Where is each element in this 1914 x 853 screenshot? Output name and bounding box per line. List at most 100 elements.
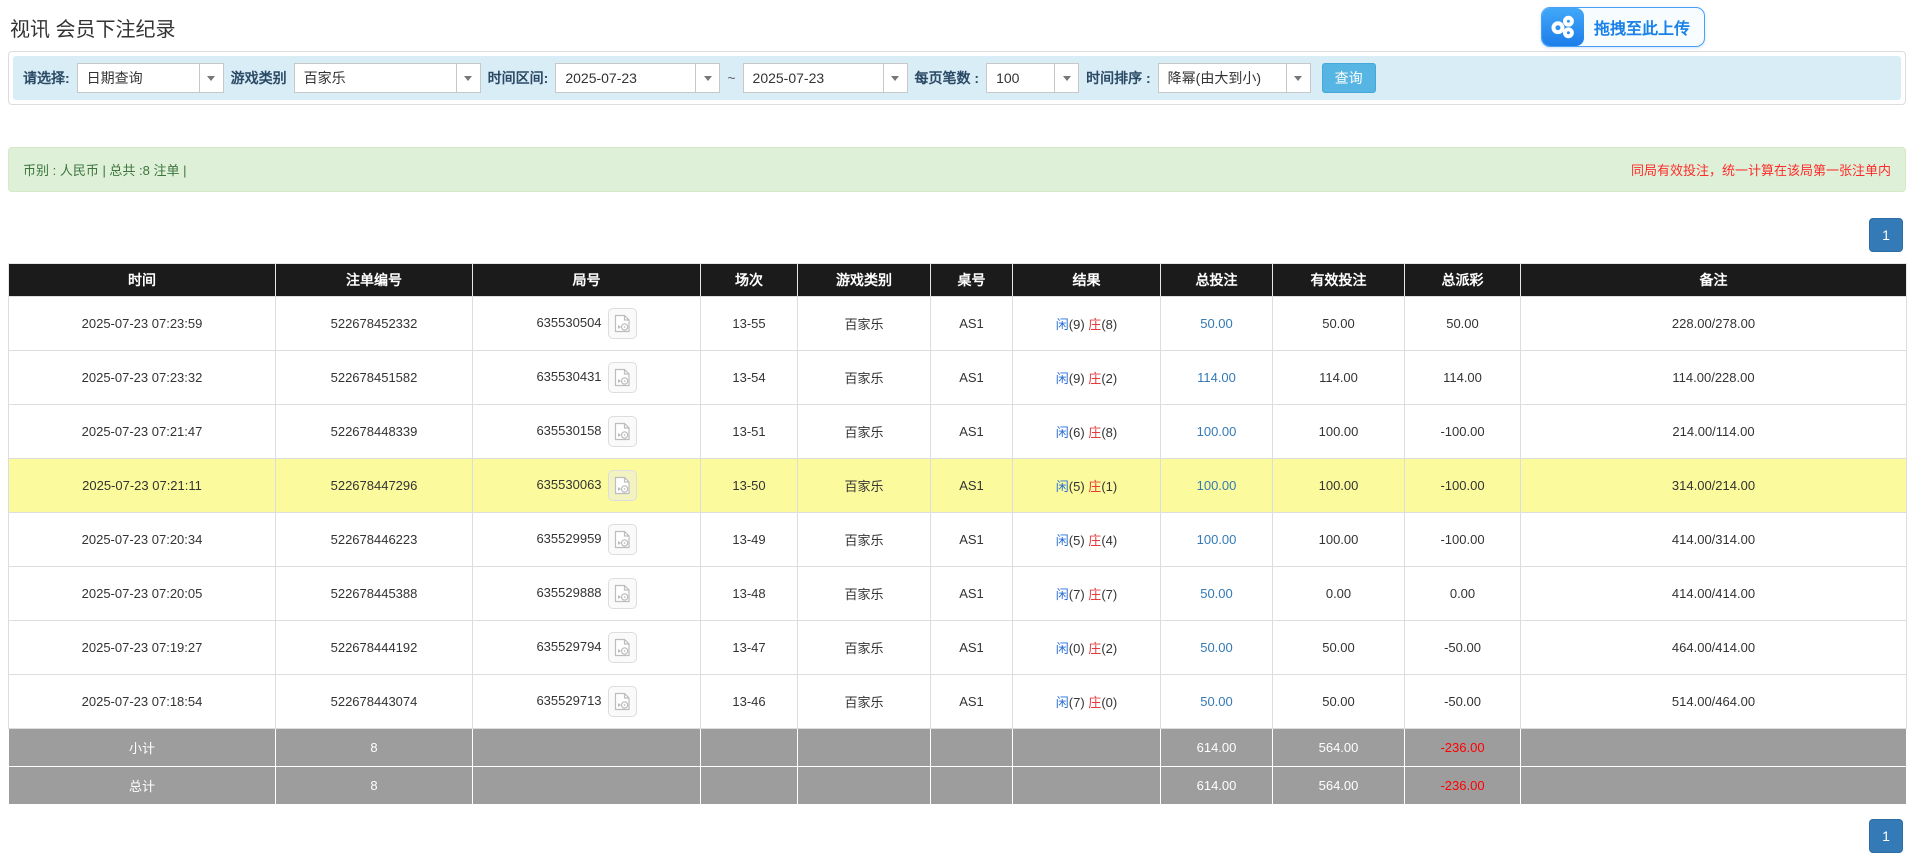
table-row[interactable]: 2025-07-23 07:20:34522678446223635529959… — [9, 513, 1907, 567]
banker-label: 庄 — [1088, 425, 1101, 440]
date-to-value[interactable]: 2025-07-23 — [743, 63, 883, 93]
game-type-cell: 百家乐 — [798, 297, 931, 351]
time-sort-dropdown-button[interactable] — [1286, 63, 1311, 93]
valid-bet-cell: 100.00 — [1273, 513, 1405, 567]
filter-bar: 请选择: 日期查询 游戏类别 百家乐 时间区间: 2025-07-23 ~ 20… — [13, 56, 1901, 100]
banker-label: 庄 — [1088, 371, 1101, 386]
game-type-value[interactable]: 百家乐 — [294, 63, 456, 93]
bet-time-cell: 2025-07-23 07:18:54 — [9, 675, 276, 729]
total-bet-link[interactable]: 100.00 — [1197, 424, 1237, 439]
total-bet-cell: 100.00 — [1161, 405, 1273, 459]
session-cell: 13-46 — [701, 675, 798, 729]
round-id-cell: 635530431 — [473, 351, 701, 405]
video-replay-button[interactable] — [608, 470, 637, 501]
column-header: 时间 — [9, 264, 276, 297]
order-id-cell: 522678448339 — [276, 405, 473, 459]
game-type-select[interactable]: 百家乐 — [294, 63, 481, 93]
game-type-cell: 百家乐 — [798, 621, 931, 675]
total-bet-link[interactable]: 100.00 — [1197, 532, 1237, 547]
remark-cell: 414.00/414.00 — [1521, 567, 1907, 621]
total-bet-cell: 114.00 — [1161, 351, 1273, 405]
date-from-picker[interactable]: 2025-07-23 — [555, 63, 720, 93]
result-cell: 闲(9) 庄(8) — [1013, 297, 1161, 351]
remark-cell: 314.00/214.00 — [1521, 459, 1907, 513]
video-replay-button[interactable] — [608, 686, 637, 717]
grand-total-row: 总计8614.00564.00-236.00 — [9, 767, 1907, 805]
order-id-cell: 522678445388 — [276, 567, 473, 621]
time-sort-value[interactable]: 降幂(由大到小) — [1158, 63, 1286, 93]
valid-bet-cell: 114.00 — [1273, 351, 1405, 405]
summary-empty-cell — [798, 729, 931, 767]
payout-cell: 114.00 — [1405, 351, 1521, 405]
total-bet-link[interactable]: 50.00 — [1200, 586, 1233, 601]
summary-remark-cell — [1521, 729, 1907, 767]
total-bet-link[interactable]: 50.00 — [1200, 316, 1233, 331]
page-size-select[interactable]: 100 — [986, 63, 1079, 93]
page-1-button[interactable]: 1 — [1869, 218, 1903, 252]
summary-total-bet-cell: 614.00 — [1161, 767, 1273, 805]
query-type-value[interactable]: 日期查询 — [77, 63, 199, 93]
date-to-picker[interactable]: 2025-07-23 — [743, 63, 908, 93]
result-cell: 闲(6) 庄(8) — [1013, 405, 1161, 459]
round-id: 635530504 — [536, 315, 601, 330]
query-type-dropdown-button[interactable] — [199, 63, 224, 93]
column-header: 结果 — [1013, 264, 1161, 297]
total-bet-cell: 50.00 — [1161, 675, 1273, 729]
game-type-cell: 百家乐 — [798, 459, 931, 513]
total-bet-link[interactable]: 100.00 — [1197, 478, 1237, 493]
time-sort-select[interactable]: 降幂(由大到小) — [1158, 63, 1311, 93]
table-id-cell: AS1 — [931, 459, 1013, 513]
chevron-down-icon — [1063, 76, 1071, 81]
column-header: 总投注 — [1161, 264, 1273, 297]
page-size-value[interactable]: 100 — [986, 63, 1054, 93]
date-from-dropdown-button[interactable] — [695, 63, 720, 93]
table-row[interactable]: 2025-07-23 07:21:47522678448339635530158… — [9, 405, 1907, 459]
date-from-value[interactable]: 2025-07-23 — [555, 63, 695, 93]
upload-dropzone[interactable]: 拖拽至此上传 — [1541, 7, 1705, 47]
table-row[interactable]: 2025-07-23 07:19:27522678444192635529794… — [9, 621, 1907, 675]
player-label: 闲 — [1056, 317, 1069, 332]
order-id-cell: 522678451582 — [276, 351, 473, 405]
payout-cell: -50.00 — [1405, 621, 1521, 675]
video-replay-button[interactable] — [608, 308, 637, 339]
valid-bet-cell: 50.00 — [1273, 675, 1405, 729]
table-row[interactable]: 2025-07-23 07:21:11522678447296635530063… — [9, 459, 1907, 513]
bet-time-cell: 2025-07-23 07:21:47 — [9, 405, 276, 459]
table-id-cell: AS1 — [931, 621, 1013, 675]
video-replay-button[interactable] — [608, 362, 637, 393]
search-button[interactable]: 查询 — [1322, 63, 1376, 93]
round-id: 635529794 — [536, 639, 601, 654]
table-row[interactable]: 2025-07-23 07:18:54522678443074635529713… — [9, 675, 1907, 729]
total-bet-cell: 50.00 — [1161, 567, 1273, 621]
table-row[interactable]: 2025-07-23 07:23:32522678451582635530431… — [9, 351, 1907, 405]
summary-empty-cell — [798, 767, 931, 805]
total-bet-link[interactable]: 50.00 — [1200, 640, 1233, 655]
chevron-down-icon — [891, 76, 899, 81]
subtotal-row: 小计8614.00564.00-236.00 — [9, 729, 1907, 767]
total-bet-link[interactable]: 50.00 — [1200, 694, 1233, 709]
video-replay-button[interactable] — [608, 416, 637, 447]
remark-cell: 114.00/228.00 — [1521, 351, 1907, 405]
column-header: 有效投注 — [1273, 264, 1405, 297]
round-id-cell: 635529888 — [473, 567, 701, 621]
video-replay-button[interactable] — [608, 578, 637, 609]
total-bet-link[interactable]: 114.00 — [1197, 370, 1236, 385]
query-type-select[interactable]: 日期查询 — [77, 63, 224, 93]
column-header: 备注 — [1521, 264, 1907, 297]
remark-cell: 414.00/314.00 — [1521, 513, 1907, 567]
video-replay-button[interactable] — [608, 632, 637, 663]
page-1-button[interactable]: 1 — [1869, 819, 1903, 853]
video-replay-button[interactable] — [608, 524, 637, 555]
upload-label: 拖拽至此上传 — [1584, 15, 1704, 39]
summary-empty-cell — [701, 767, 798, 805]
remark-cell: 514.00/464.00 — [1521, 675, 1907, 729]
table-row[interactable]: 2025-07-23 07:23:59522678452332635530504… — [9, 297, 1907, 351]
summary-count-cell: 8 — [276, 729, 473, 767]
table-row[interactable]: 2025-07-23 07:20:05522678445388635529888… — [9, 567, 1907, 621]
game-type-dropdown-button[interactable] — [456, 63, 481, 93]
page-size-dropdown-button[interactable] — [1054, 63, 1079, 93]
query-type-label: 请选择: — [23, 68, 70, 88]
date-to-dropdown-button[interactable] — [883, 63, 908, 93]
bet-time-cell: 2025-07-23 07:21:11 — [9, 459, 276, 513]
result-cell: 闲(5) 庄(1) — [1013, 459, 1161, 513]
